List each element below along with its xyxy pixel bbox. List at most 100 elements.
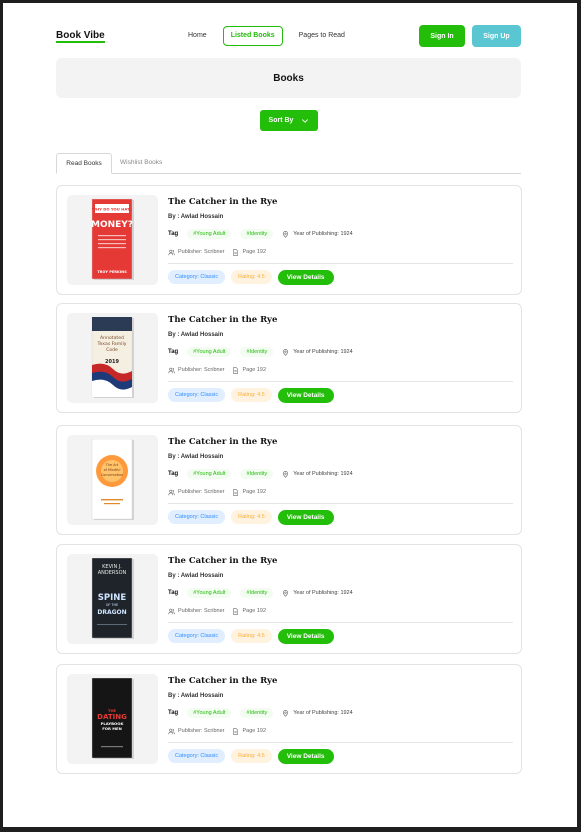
page-text: Page 192 bbox=[242, 489, 267, 495]
tag-identity[interactable]: #Identity bbox=[240, 469, 274, 479]
rating-badge: Rating: 4.5 bbox=[231, 388, 272, 402]
users-icon bbox=[168, 249, 175, 255]
tag-young-adult[interactable]: #Young Adult bbox=[187, 347, 232, 357]
cover-text: DRAGON bbox=[97, 609, 126, 616]
card-divider bbox=[168, 381, 513, 382]
logo[interactable]: Book Vibe bbox=[56, 30, 105, 43]
tag-label: Tag bbox=[168, 590, 179, 596]
page-title-banner: Books bbox=[56, 58, 521, 98]
page-title: Books bbox=[273, 72, 304, 84]
nav-link-home[interactable]: Home bbox=[182, 26, 213, 46]
publisher: Publisher: Scribner bbox=[168, 367, 224, 374]
document-icon bbox=[233, 248, 239, 256]
category-badge: Category: Classic bbox=[168, 510, 226, 524]
cover-text: FOR MEN bbox=[102, 726, 122, 731]
tab-wishlist-books[interactable]: Wishlist Books bbox=[120, 153, 162, 172]
navbar: Book Vibe Home Listed Books Pages to Rea… bbox=[56, 25, 524, 49]
location-pin-icon bbox=[283, 589, 289, 597]
cover-text: MONEY? bbox=[91, 220, 133, 230]
nav-link-listed-books[interactable]: Listed Books bbox=[222, 26, 283, 46]
tag-label: Tag bbox=[168, 710, 179, 716]
year-text: Year of Publishing: 1924 bbox=[293, 590, 353, 596]
publisher-text: Publisher: Scribner bbox=[178, 489, 225, 495]
rating-badge: Rating: 4.5 bbox=[231, 749, 272, 763]
cover-text: DATING bbox=[97, 713, 127, 721]
book-title: The Catcher in the Rye bbox=[168, 556, 278, 566]
publisher-text: Publisher: Scribner bbox=[178, 728, 225, 734]
book-author: By : Awlad Hossain bbox=[168, 454, 224, 460]
sort-by-label: Sort By bbox=[268, 117, 294, 124]
card-divider bbox=[168, 622, 513, 623]
publisher-text: Publisher: Scribner bbox=[178, 608, 225, 614]
book-card: Annotated Texas Family Code 2019 The Catche… bbox=[56, 303, 522, 413]
tag-young-adult[interactable]: #Young Adult bbox=[187, 229, 232, 239]
view-details-button[interactable]: View Details bbox=[277, 269, 334, 285]
book-author: By : Awlad Hossain bbox=[168, 214, 224, 220]
year-of-publishing: Year of Publishing: 1924 bbox=[282, 589, 353, 597]
meta-row: Publisher: Scribner Page 192 bbox=[168, 486, 274, 498]
book-author: By : Awlad Hossain bbox=[168, 573, 224, 579]
sort-by-dropdown[interactable]: Sort By bbox=[260, 110, 318, 131]
tag-young-adult[interactable]: #Young Adult bbox=[187, 708, 232, 718]
book-cover: The Art of Mindful Conversation bbox=[67, 435, 158, 525]
meta-row: Publisher: Scribner Page 192 bbox=[168, 246, 274, 258]
tag-young-adult[interactable]: #Young Adult bbox=[187, 588, 232, 598]
document-icon bbox=[233, 488, 239, 496]
book-tabs: Read Books Wishlist Books bbox=[56, 153, 521, 174]
page-count: Page 192 bbox=[232, 607, 267, 615]
page-text: Page 192 bbox=[242, 608, 267, 614]
tag-identity[interactable]: #Identity bbox=[240, 588, 274, 598]
publisher: Publisher: Scribner bbox=[168, 249, 224, 256]
category-badge: Category: Classic bbox=[168, 749, 226, 763]
card-actions: Category: Classic Rating: 4.5 View Detai… bbox=[168, 509, 334, 525]
publisher: Publisher: Scribner bbox=[168, 608, 224, 615]
publisher-text: Publisher: Scribner bbox=[178, 249, 225, 255]
year-text: Year of Publishing: 1924 bbox=[293, 710, 353, 716]
year-of-publishing: Year of Publishing: 1924 bbox=[282, 470, 353, 478]
tag-identity[interactable]: #Identity bbox=[240, 347, 274, 357]
tag-label: Tag bbox=[168, 231, 179, 237]
view-details-button[interactable]: View Details bbox=[277, 509, 334, 525]
page-text: Page 192 bbox=[242, 367, 267, 373]
publisher: Publisher: Scribner bbox=[168, 728, 224, 735]
cover-text: Code bbox=[106, 347, 118, 353]
tag-identity[interactable]: #Identity bbox=[240, 229, 274, 239]
book-cover-art: The Artof MindfulConversation bbox=[91, 439, 134, 520]
tag-row: Tag #Young Adult #Identity Year of Publi… bbox=[168, 707, 353, 719]
view-details-button[interactable]: View Details bbox=[277, 748, 334, 764]
users-icon bbox=[168, 728, 175, 734]
book-cover: WHY DO YOU HATE MONEY? TROY PERKINS bbox=[67, 195, 158, 285]
nav-link-pages-to-read[interactable]: Pages to Read bbox=[293, 26, 351, 46]
book-card: WHY DO YOU HATE MONEY? TROY PERKINS The Ca… bbox=[56, 185, 522, 295]
card-actions: Category: Classic Rating: 4.5 View Detai… bbox=[168, 628, 334, 644]
document-icon bbox=[233, 607, 239, 615]
book-cover-art: AnnotatedTexas FamilyCode 2019 bbox=[91, 317, 134, 398]
users-icon bbox=[168, 608, 175, 614]
rating-badge: Rating: 4.5 bbox=[231, 510, 272, 524]
cover-text: The Art bbox=[104, 463, 118, 467]
book-card: The Art of Mindful Conversation The Catche… bbox=[56, 425, 522, 535]
view-details-button[interactable]: View Details bbox=[277, 628, 334, 644]
year-text: Year of Publishing: 1924 bbox=[293, 349, 353, 355]
tab-read-books[interactable]: Read Books bbox=[56, 153, 112, 174]
tag-identity[interactable]: #Identity bbox=[240, 708, 274, 718]
book-info: The Catcher in the Rye By : Awlad Hossai… bbox=[168, 304, 513, 412]
cover-text: 2019 bbox=[105, 359, 119, 365]
book-info: The Catcher in the Rye By : Awlad Hossai… bbox=[168, 426, 513, 534]
card-actions: Category: Classic Rating: 4.5 View Detai… bbox=[168, 387, 334, 403]
rating-badge: Rating: 4.5 bbox=[231, 629, 272, 643]
book-cover: THE DATING PLAYBOOK FOR MEN bbox=[67, 674, 158, 764]
card-divider bbox=[168, 742, 513, 743]
sign-up-button[interactable]: Sign Up bbox=[472, 25, 521, 47]
rating-badge: Rating: 4.5 bbox=[231, 270, 272, 284]
view-details-button[interactable]: View Details bbox=[277, 387, 334, 403]
sign-in-button[interactable]: Sign In bbox=[419, 25, 465, 47]
document-icon bbox=[233, 366, 239, 374]
year-of-publishing: Year of Publishing: 1924 bbox=[282, 348, 353, 356]
location-pin-icon bbox=[283, 348, 289, 356]
meta-row: Publisher: Scribner Page 192 bbox=[168, 364, 274, 376]
document-icon bbox=[233, 727, 239, 735]
location-pin-icon bbox=[283, 230, 289, 238]
category-badge: Category: Classic bbox=[168, 270, 226, 284]
tag-young-adult[interactable]: #Young Adult bbox=[187, 469, 232, 479]
